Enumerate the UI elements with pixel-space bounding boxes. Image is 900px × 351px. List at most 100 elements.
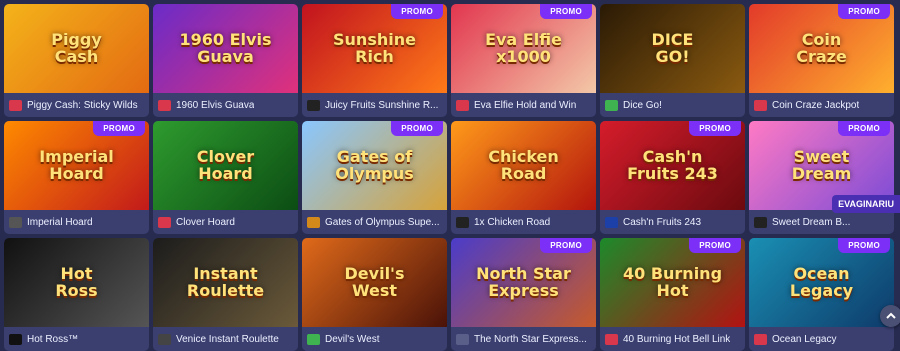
game-caption[interactable]: Eva Elfie Hold and Win [451, 93, 596, 117]
game-art-title: Instant Roulette [186, 263, 265, 300]
game-title: Cash'n Fruits 243 [623, 216, 702, 228]
game-title: Imperial Hoard [27, 216, 93, 228]
game-title: Dice Go! [623, 99, 662, 111]
game-thumbnail[interactable]: Piggy Cash [4, 4, 149, 93]
game-title: 1x Chicken Road [474, 216, 551, 228]
game-caption[interactable]: Piggy Cash: Sticky Wilds [4, 93, 149, 117]
gamepad-icon [9, 216, 22, 228]
game-caption[interactable]: Gates of Olympus Supe... [302, 210, 447, 234]
game-thumbnail[interactable]: Coin Craze PROMO [749, 4, 894, 93]
game-card[interactable]: Sweet Dream PROMO Sweet Dream B... [749, 121, 894, 234]
game-art-title: Hot Ross [55, 263, 98, 300]
game-card[interactable]: Chicken Road 1x Chicken Road [451, 121, 596, 234]
promo-badge: PROMO [540, 4, 592, 19]
game-card[interactable]: DICE GO! Dice Go! [600, 4, 745, 117]
game-card[interactable]: Instant Roulette Venice Instant Roulette [153, 238, 298, 351]
promo-badge: PROMO [838, 121, 890, 136]
promo-badge: PROMO [93, 121, 145, 136]
s-logo-icon [158, 216, 171, 228]
game-thumbnail[interactable]: Sunshine Rich PROMO [302, 4, 447, 93]
green-circle-icon [307, 333, 320, 345]
game-title: The North Star Express... [474, 333, 587, 345]
promo-badge: PROMO [689, 238, 741, 253]
clover-icon [754, 333, 767, 345]
s-logo-icon [456, 99, 469, 111]
promo-badge: PROMO [838, 238, 890, 253]
green-circle-icon [605, 99, 618, 111]
game-caption[interactable]: Dice Go! [600, 93, 745, 117]
square-icon [456, 333, 469, 345]
h-icon [9, 333, 22, 345]
scroll-up-button[interactable] [880, 305, 900, 327]
game-caption[interactable]: Devil's West [302, 327, 447, 351]
game-card[interactable]: Hot Ross Hot Ross™ [4, 238, 149, 351]
game-title: Ocean Legacy [772, 333, 837, 345]
shield-icon [158, 99, 171, 111]
game-art-title: Clover Hoard [196, 146, 255, 183]
game-thumbnail[interactable]: North Star Express PROMO [451, 238, 596, 327]
game-art-title: 1960 Elvis Guava [179, 29, 272, 66]
game-art-title: Devil's West [344, 263, 405, 300]
game-thumbnail[interactable]: 40 Burning Hot PROMO [600, 238, 745, 327]
game-caption[interactable]: Hot Ross™ [4, 327, 149, 351]
game-thumbnail[interactable]: DICE GO! [600, 4, 745, 93]
game-title: Gates of Olympus Supe... [325, 216, 440, 228]
game-caption[interactable]: Imperial Hoard [4, 210, 149, 234]
game-art-title: DICE GO! [651, 29, 694, 66]
game-card[interactable]: Piggy Cash Piggy Cash: Sticky Wilds [4, 4, 149, 117]
game-card[interactable]: Cash'n Fruits 243 PROMO Cash'n Fruits 243 [600, 121, 745, 234]
game-thumbnail[interactable]: Gates of Olympus PROMO [302, 121, 447, 210]
in-icon [456, 216, 469, 228]
game-thumbnail[interactable]: Eva Elfie x1000 PROMO [451, 4, 596, 93]
game-caption[interactable]: The North Star Express... [451, 327, 596, 351]
game-caption[interactable]: Clover Hoard [153, 210, 298, 234]
game-thumbnail[interactable]: 1960 Elvis Guava [153, 4, 298, 93]
game-thumbnail[interactable]: Devil's West [302, 238, 447, 327]
game-card[interactable]: 1960 Elvis Guava 1960 Elvis Guava [153, 4, 298, 117]
infinity-icon [158, 333, 171, 345]
game-title: Venice Instant Roulette [176, 333, 279, 345]
game-card[interactable]: Clover Hoard Clover Hoard [153, 121, 298, 234]
bbb-icon [754, 216, 767, 228]
game-title: Hot Ross™ [27, 333, 79, 345]
game-art-title: Piggy Cash [51, 29, 102, 66]
game-thumbnail[interactable]: Cash'n Fruits 243 PROMO [600, 121, 745, 210]
game-thumbnail[interactable]: Ocean Legacy PROMO [749, 238, 894, 327]
promo-badge: PROMO [838, 4, 890, 19]
game-thumbnail[interactable]: Imperial Hoard PROMO [4, 121, 149, 210]
game-card[interactable]: Gates of Olympus PROMO Gates of Olympus Su… [302, 121, 447, 234]
user-name-tag: EVAGINARIU [832, 195, 900, 213]
promo-badge: PROMO [540, 238, 592, 253]
game-thumbnail[interactable]: Clover Hoard [153, 121, 298, 210]
game-card[interactable]: Coin Craze PROMO Coin Craze Jackpot [749, 4, 894, 117]
game-caption[interactable]: Coin Craze Jackpot [749, 93, 894, 117]
game-card[interactable]: North Star Express PROMO The North Star Ex… [451, 238, 596, 351]
pp-icon [307, 216, 320, 228]
game-thumbnail[interactable]: Hot Ross [4, 238, 149, 327]
game-thumbnail[interactable]: Chicken Road [451, 121, 596, 210]
game-card[interactable]: Ocean Legacy PROMO Ocean Legacy [749, 238, 894, 351]
game-thumbnail[interactable]: Instant Roulette [153, 238, 298, 327]
game-caption[interactable]: 40 Burning Hot Bell Link [600, 327, 745, 351]
game-grid: Piggy Cash Piggy Cash: Sticky Wilds 1960 E… [4, 4, 894, 351]
game-caption[interactable]: Ocean Legacy [749, 327, 894, 351]
game-caption[interactable]: 1960 Elvis Guava [153, 93, 298, 117]
game-card[interactable]: Eva Elfie x1000 PROMO Eva Elfie Hold and W… [451, 4, 596, 117]
game-card[interactable]: Imperial Hoard PROMO Imperial Hoard [4, 121, 149, 234]
game-caption[interactable]: Cash'n Fruits 243 [600, 210, 745, 234]
red-round-icon [9, 99, 22, 111]
game-title: Coin Craze Jackpot [772, 99, 860, 111]
game-title: 1960 Elvis Guava [176, 99, 255, 111]
game-card[interactable]: Devil's West Devil's West [302, 238, 447, 351]
promo-badge: PROMO [689, 121, 741, 136]
chevron-up-icon [886, 312, 896, 319]
game-card[interactable]: Sunshine Rich PROMO Juicy Fruits Sunshine … [302, 4, 447, 117]
game-title: Clover Hoard [176, 216, 235, 228]
game-caption[interactable]: Sweet Dream B... [749, 210, 894, 234]
game-title: Sweet Dream B... [772, 216, 851, 228]
game-caption[interactable]: Venice Instant Roulette [153, 327, 298, 351]
game-caption[interactable]: 1x Chicken Road [451, 210, 596, 234]
game-card[interactable]: 40 Burning Hot PROMO 40 Burning Hot Bell L… [600, 238, 745, 351]
game-caption[interactable]: Juicy Fruits Sunshine R... [302, 93, 447, 117]
ring-icon [605, 333, 618, 345]
